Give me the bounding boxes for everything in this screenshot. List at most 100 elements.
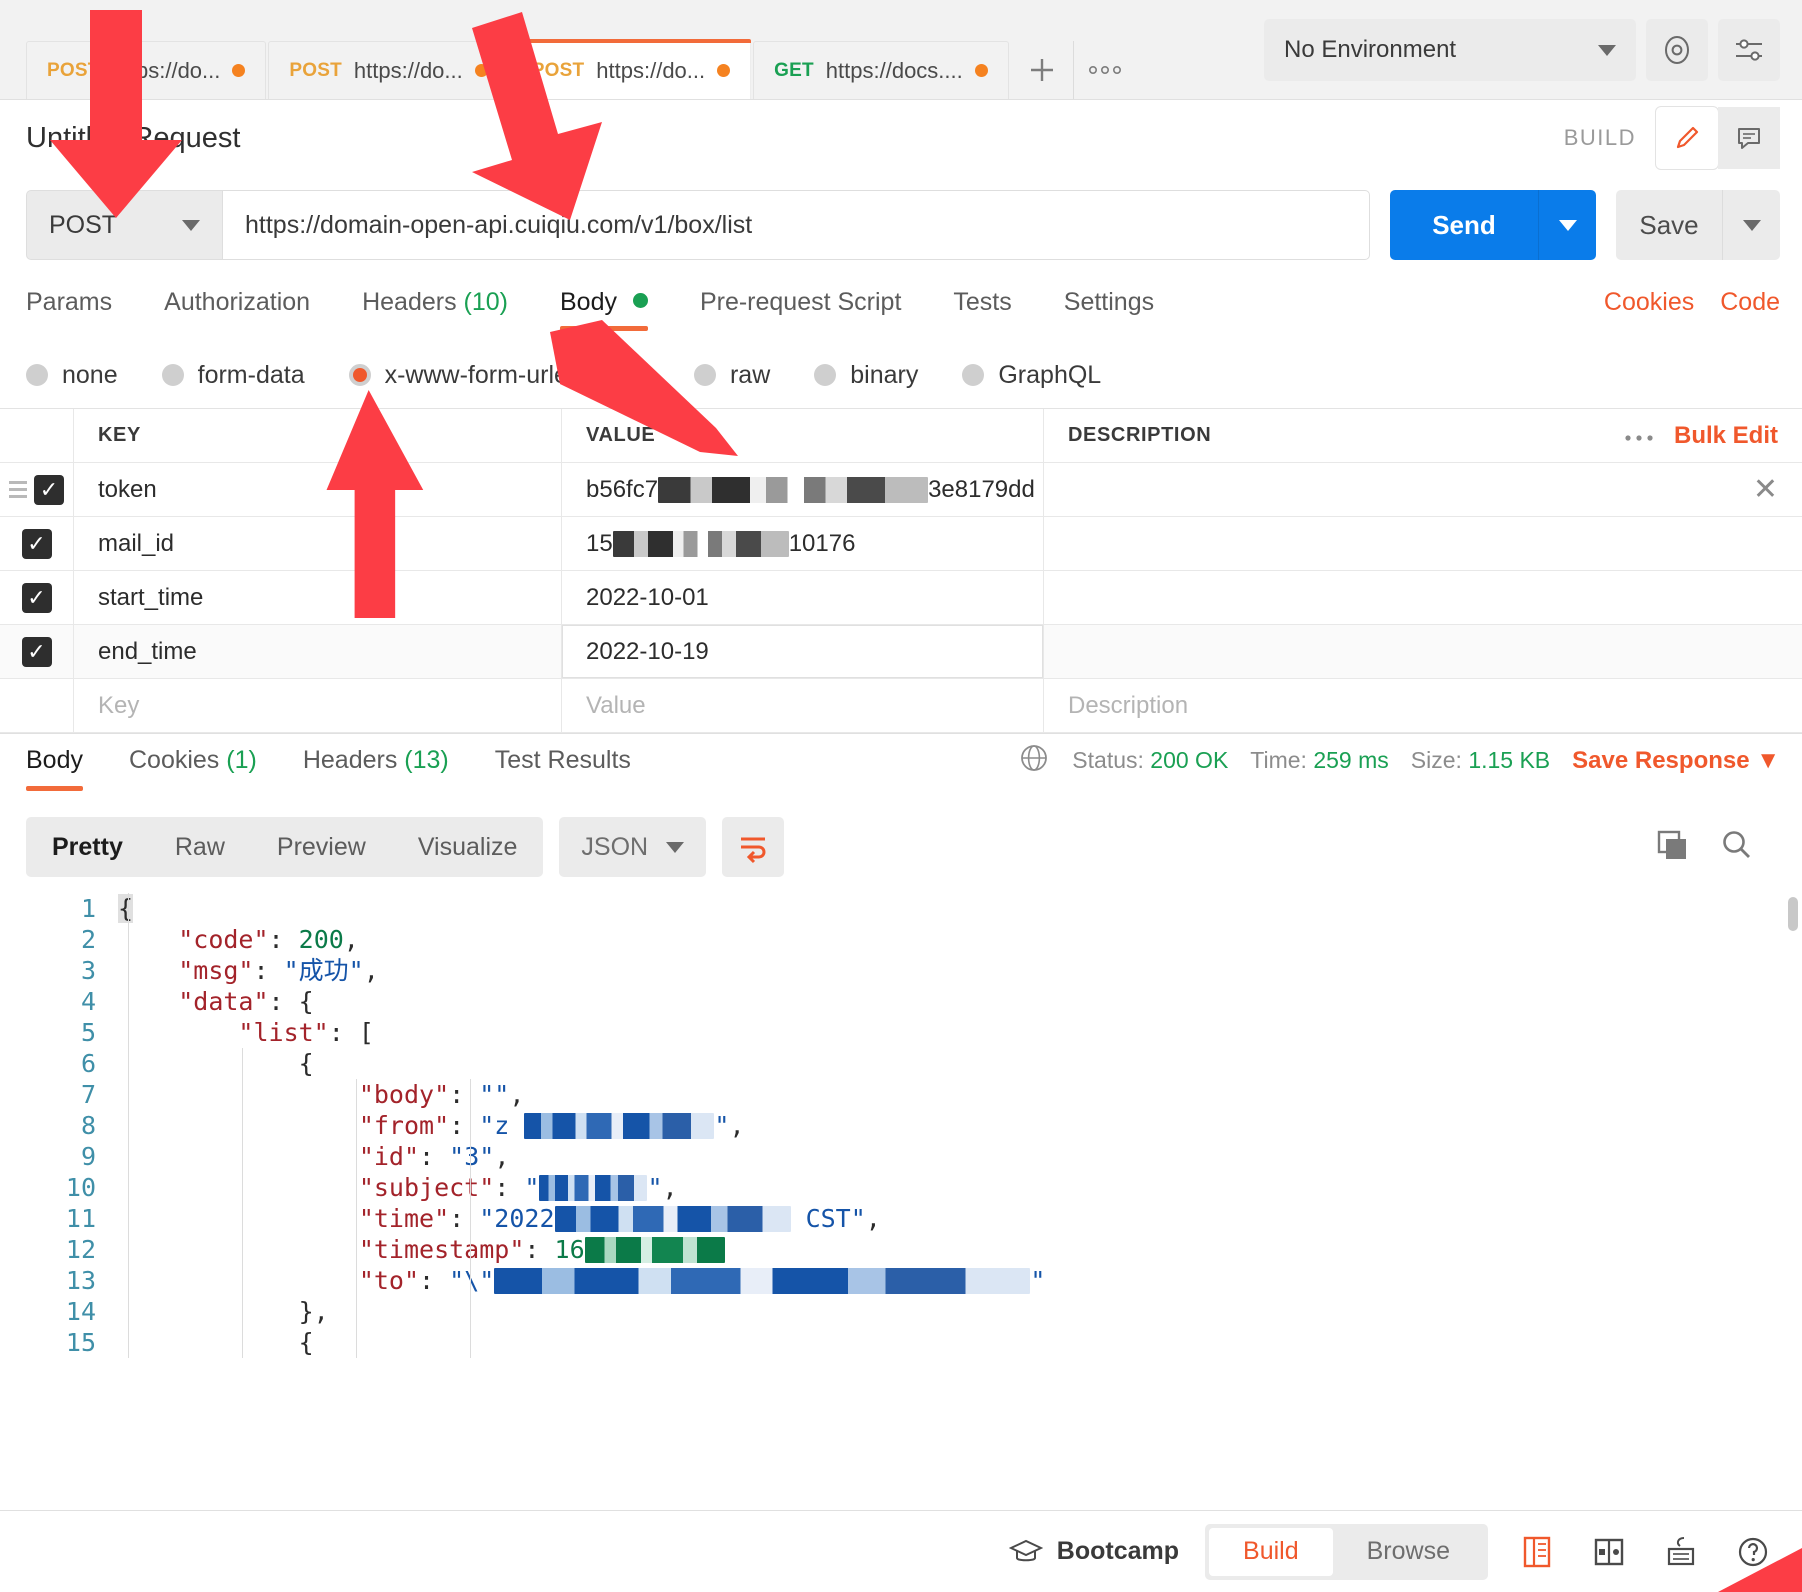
request-tab-0[interactable]: POST https://do... xyxy=(26,41,267,99)
headers-count: (13) xyxy=(404,746,449,774)
response-tab-test-results[interactable]: Test Results xyxy=(495,746,631,791)
new-tab-button[interactable] xyxy=(1010,41,1073,99)
environment-quick-look-button[interactable] xyxy=(1646,19,1708,81)
environment-selector[interactable]: No Environment xyxy=(1264,19,1636,81)
response-view-toolbar: Pretty Raw Preview Visualize JSON xyxy=(0,803,1802,887)
row-value-cell[interactable]: b56fc7 3e8179dd xyxy=(562,463,1044,516)
http-method-selector[interactable]: POST xyxy=(26,190,222,260)
body-type-raw[interactable]: raw xyxy=(693,361,770,390)
view-mode-visualize[interactable]: Visualize xyxy=(392,817,544,877)
save-response-button[interactable]: Save Response ▼ xyxy=(1572,747,1780,775)
view-mode-raw[interactable]: Raw xyxy=(149,817,251,877)
search-button[interactable] xyxy=(1718,827,1754,868)
row-checkbox[interactable]: ✓ xyxy=(21,528,52,559)
url-input[interactable]: https://domain-open-api.cuiqiu.com/v1/bo… xyxy=(222,190,1370,260)
row-checkbox[interactable]: ✓ xyxy=(21,636,52,667)
row-description-cell[interactable] xyxy=(1044,625,1802,678)
mode-build-button[interactable]: Build xyxy=(1209,1527,1333,1576)
header-handle-cell xyxy=(0,409,74,462)
tab-authorization[interactable]: Authorization xyxy=(164,288,310,331)
eye-icon xyxy=(1665,36,1689,64)
body-type-binary[interactable]: binary xyxy=(814,361,918,390)
send-button[interactable]: Send xyxy=(1390,190,1538,260)
table-placeholder-row[interactable]: Key Value Description xyxy=(0,679,1802,733)
save-options-button[interactable] xyxy=(1722,190,1780,260)
code-token: , xyxy=(494,1142,510,1171)
body-type-none[interactable]: none xyxy=(26,361,118,390)
tab-settings[interactable]: Settings xyxy=(1064,288,1154,331)
search-icon xyxy=(1723,830,1750,858)
request-links: Cookies Code xyxy=(1604,288,1780,331)
response-format-selector[interactable]: JSON xyxy=(559,817,707,877)
row-value-cell[interactable]: 2022-10-01 xyxy=(562,571,1044,624)
keyboard-shortcuts-button[interactable] xyxy=(1658,1529,1704,1575)
chevron-down-icon xyxy=(1742,219,1761,231)
row-key-cell[interactable]: mail_id xyxy=(74,517,562,570)
tab-pre-request-script[interactable]: Pre-request Script xyxy=(700,288,901,331)
table-row[interactable]: ✓ end_time 2022-10-19 xyxy=(0,625,1802,679)
bootcamp-button[interactable]: Bootcamp xyxy=(1008,1537,1179,1567)
delete-row-button[interactable]: ✕ xyxy=(1753,474,1778,505)
code-token: { xyxy=(298,1049,314,1078)
body-type-x-www-form-urlencoded[interactable]: x-www-form-urlencoded xyxy=(348,361,650,390)
tab-params[interactable]: Params xyxy=(26,288,112,331)
line-number: 15 xyxy=(65,1328,96,1357)
send-options-button[interactable] xyxy=(1538,190,1596,260)
row-description-cell[interactable] xyxy=(1044,571,1802,624)
table-options-button[interactable] xyxy=(1624,423,1654,449)
json-code-block: 1 2 3 4 5 6 7 8 9 10 11 12 13 14 15 { "code": 200, "ms… xyxy=(0,887,1802,1358)
placeholder-description-cell[interactable]: Description xyxy=(1044,679,1802,732)
request-tab-1[interactable]: POST https://do... xyxy=(268,41,509,99)
response-body-viewer[interactable]: 1 2 3 4 5 6 7 8 9 10 11 12 13 14 15 { "code": 200, "ms… xyxy=(0,887,1802,1363)
copy-button[interactable] xyxy=(1654,827,1690,868)
response-scrollbar[interactable] xyxy=(1788,897,1798,931)
body-type-form-data[interactable]: form-data xyxy=(161,361,305,390)
comment-mode-button[interactable] xyxy=(1718,107,1780,169)
row-key-cell[interactable]: token xyxy=(74,463,562,516)
row-value-cell[interactable]: 15 10176 xyxy=(562,517,1044,570)
row-checkbox[interactable]: ✓ xyxy=(34,474,64,505)
sidebar-layout-button[interactable] xyxy=(1514,1529,1560,1575)
tab-tests[interactable]: Tests xyxy=(953,288,1011,331)
request-tab-3[interactable]: GET https://docs.... xyxy=(753,41,1009,99)
tab-headers[interactable]: Headers (10) xyxy=(362,288,508,331)
code-link[interactable]: Code xyxy=(1720,288,1780,317)
drag-handle-icon[interactable] xyxy=(9,481,27,498)
help-button[interactable] xyxy=(1730,1529,1776,1575)
tab-body[interactable]: Body xyxy=(560,288,648,331)
edit-mode-button[interactable] xyxy=(1656,107,1718,169)
tab-options-button[interactable] xyxy=(1073,41,1136,99)
table-row[interactable]: ✓ mail_id 15 10176 xyxy=(0,517,1802,571)
mode-browse-button[interactable]: Browse xyxy=(1333,1528,1484,1576)
body-type-graphql[interactable]: GraphQL xyxy=(962,361,1101,390)
placeholder-value-cell[interactable]: Value xyxy=(562,679,1044,732)
pencil-icon xyxy=(1676,126,1699,149)
bulk-edit-button[interactable]: Bulk Edit xyxy=(1674,422,1778,450)
table-row[interactable]: ✓ start_time 2022-10-01 xyxy=(0,571,1802,625)
row-description-cell[interactable]: ✕ xyxy=(1044,463,1802,516)
row-description-cell[interactable] xyxy=(1044,517,1802,570)
ellipsis-icon xyxy=(1625,434,1653,441)
placeholder-key-cell[interactable]: Key xyxy=(74,679,562,732)
wrap-lines-button[interactable] xyxy=(722,817,785,877)
row-value-cell-focused[interactable]: 2022-10-19 xyxy=(562,625,1044,678)
view-mode-pretty[interactable]: Pretty xyxy=(26,817,149,877)
settings-sliders-button[interactable] xyxy=(1718,19,1780,81)
row-key-cell[interactable]: end_time xyxy=(74,625,562,678)
row-checkbox[interactable]: ✓ xyxy=(21,582,52,613)
url-text: https://domain-open-api.cuiqiu.com/v1/bo… xyxy=(245,210,753,239)
request-tab-2[interactable]: POST https://do... xyxy=(510,39,752,99)
tab-label: Test Results xyxy=(494,746,631,774)
row-key-cell[interactable]: start_time xyxy=(74,571,562,624)
code-line: "from": "z ", xyxy=(118,1110,1802,1141)
response-tab-body[interactable]: Body xyxy=(26,746,83,791)
row-actions: ✕ xyxy=(1753,474,1802,505)
split-layout-button[interactable] xyxy=(1586,1529,1632,1575)
view-mode-preview[interactable]: Preview xyxy=(251,817,392,877)
cookies-link[interactable]: Cookies xyxy=(1604,288,1694,317)
response-tab-headers[interactable]: Headers (13) xyxy=(303,746,449,791)
response-tab-cookies[interactable]: Cookies (1) xyxy=(129,746,257,791)
save-button[interactable]: Save xyxy=(1616,190,1722,260)
build-browse-toggle: Build Browse xyxy=(1205,1523,1488,1580)
table-row[interactable]: ✓ token b56fc7 3e8179dd ✕ xyxy=(0,463,1802,517)
